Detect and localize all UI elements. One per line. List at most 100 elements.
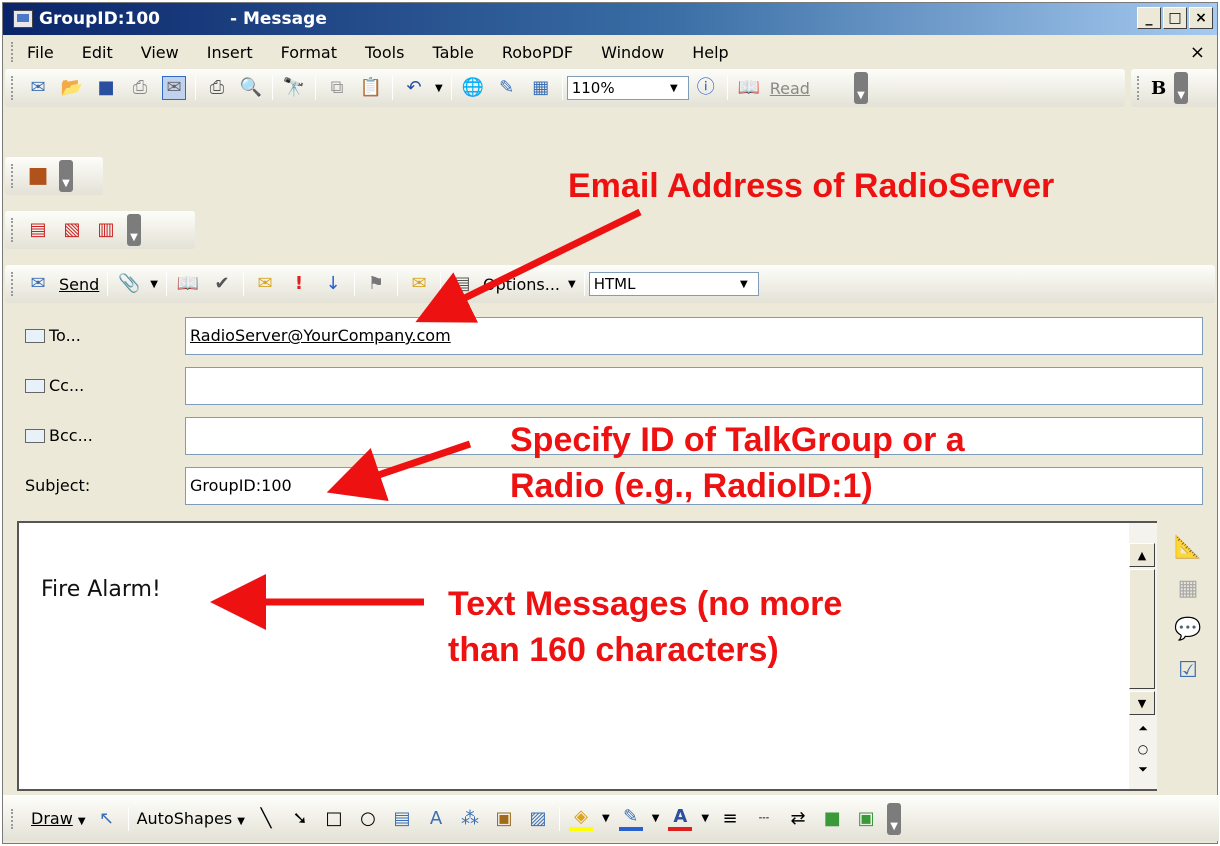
previous-page-icon[interactable]: ⏶ (1129, 721, 1157, 736)
toolbar-options-chevron[interactable]: ▼ (1174, 72, 1189, 104)
toolbar-options-chevron[interactable]: ▼ (887, 802, 902, 835)
3d-style-icon[interactable]: ▣ (854, 807, 878, 831)
bold-button[interactable]: B (1151, 78, 1166, 99)
open-folder-icon[interactable]: 📂 (60, 76, 84, 100)
rectangle-icon[interactable]: □ (322, 807, 346, 831)
zoom-select[interactable]: 110% ▼ (566, 76, 689, 100)
send-button[interactable]: Send (59, 275, 99, 294)
cc-button[interactable]: Cc... (25, 376, 84, 395)
next-page-icon[interactable]: ⏷ (1129, 762, 1157, 777)
help-icon[interactable]: ⓘ (694, 76, 718, 100)
pdf-email-icon[interactable]: ▧ (60, 218, 84, 242)
tables-borders-icon[interactable]: ✎ (495, 76, 519, 100)
chevron-down-icon[interactable]: ▼ (435, 83, 443, 94)
oval-icon[interactable]: ○ (356, 807, 380, 831)
to-field[interactable]: RadioServer@YourCompany.com (185, 317, 1203, 355)
checkbox-icon[interactable]: ☑ (1178, 658, 1198, 683)
close-document-button[interactable]: × (1190, 42, 1205, 63)
vertical-scrollbar[interactable]: ▲ ▼ ⏶ ○ ⏷ (1129, 521, 1157, 791)
close-button[interactable]: × (1189, 7, 1213, 29)
fill-color-icon[interactable]: ◈ (568, 807, 593, 831)
menu-table[interactable]: Table (432, 43, 473, 62)
menu-view[interactable]: View (141, 43, 179, 62)
message-format-select[interactable]: HTML ▼ (588, 272, 759, 296)
wordart-icon[interactable]: A (424, 807, 448, 831)
send-icon[interactable]: ✉ (162, 76, 186, 100)
grip-handle[interactable] (1137, 76, 1141, 100)
properties-icon[interactable]: ▦ (1178, 576, 1199, 601)
minimize-button[interactable]: _ (1137, 7, 1161, 29)
line-color-icon[interactable]: ✎ (618, 807, 643, 831)
draw-table-icon[interactable]: 📐 (1174, 535, 1201, 560)
grip-handle[interactable] (11, 164, 15, 188)
bcc-button[interactable]: Bcc... (25, 426, 93, 445)
print-preview-icon[interactable]: 🔍 (239, 76, 263, 100)
picture-icon[interactable]: ▨ (526, 807, 550, 831)
line-style-icon[interactable]: ≡ (718, 807, 742, 831)
paste-icon[interactable]: 📋 (359, 76, 383, 100)
hyperlink-icon[interactable]: 🌐 (461, 76, 485, 100)
select-browse-object-icon[interactable]: ○ (1129, 742, 1157, 756)
insert-table-icon[interactable]: ▦ (529, 76, 553, 100)
importance-high-icon[interactable]: ! (287, 272, 311, 296)
shadow-style-icon[interactable]: ■ (820, 807, 844, 831)
save-icon[interactable]: ■ (94, 76, 118, 100)
chevron-down-icon[interactable]: ▼ (652, 813, 660, 824)
menu-insert[interactable]: Insert (207, 43, 253, 62)
select-objects-icon[interactable]: ↖ (95, 807, 119, 831)
arrow-style-icon[interactable]: ⇄ (786, 807, 810, 831)
read-button[interactable]: Read (770, 79, 810, 98)
grip-handle[interactable] (11, 42, 15, 62)
autoshapes-menu-button[interactable]: AutoShapes ▼ (137, 809, 245, 828)
scroll-thumb[interactable] (1129, 569, 1155, 689)
book-icon[interactable]: ■ (26, 164, 50, 188)
draw-menu-button[interactable]: Draw ▼ (31, 809, 86, 828)
cc-field[interactable] (185, 367, 1203, 405)
grip-handle[interactable] (11, 272, 15, 296)
print-icon[interactable]: ⎙ (205, 76, 229, 100)
font-color-icon[interactable]: A (668, 807, 693, 831)
line-icon[interactable]: ╲ (254, 807, 278, 831)
grip-handle[interactable] (11, 808, 15, 829)
grip-handle[interactable] (11, 218, 15, 242)
pdf-settings-icon[interactable]: ▥ (94, 218, 118, 242)
clip-art-icon[interactable]: ▣ (492, 807, 516, 831)
undo-icon[interactable]: ↶ (402, 76, 426, 100)
menu-robopdf[interactable]: RoboPDF (502, 43, 573, 62)
check-names-icon[interactable]: ✔ (210, 272, 234, 296)
diagram-icon[interactable]: ⁂ (458, 807, 482, 831)
chevron-down-icon[interactable]: ▼ (602, 813, 610, 824)
follow-up-flag-icon[interactable]: ⚑ (364, 272, 388, 296)
menu-edit[interactable]: Edit (82, 43, 113, 62)
permission-icon[interactable]: ⎙ (128, 76, 152, 100)
research-icon[interactable]: 🔭 (282, 76, 306, 100)
address-book-icon[interactable]: 📖 (176, 272, 200, 296)
toolbar-options-chevron[interactable]: ▼ (59, 160, 73, 192)
importance-low-icon[interactable]: ↓ (321, 272, 345, 296)
pdf-convert-icon[interactable]: ▤ (26, 218, 50, 242)
arrow-icon[interactable]: ➘ (288, 807, 312, 831)
toolbar-options-chevron[interactable]: ▼ (853, 72, 868, 104)
scroll-up-button[interactable]: ▲ (1129, 543, 1155, 567)
chevron-down-icon[interactable]: ▼ (150, 279, 158, 290)
copy-icon[interactable]: ⧉ (325, 76, 349, 100)
envelope-icon[interactable]: ✉ (407, 272, 431, 296)
options-button[interactable]: Options... (483, 275, 560, 294)
maximize-button[interactable]: □ (1163, 7, 1187, 29)
grip-handle[interactable] (11, 76, 15, 100)
comment-icon[interactable]: 💬 (1174, 617, 1201, 642)
toolbar-options-chevron[interactable]: ▼ (127, 214, 141, 246)
to-button[interactable]: To... (25, 326, 81, 345)
chevron-down-icon[interactable]: ▼ (568, 279, 576, 290)
permission-icon[interactable]: ✉ (253, 272, 277, 296)
menu-file[interactable]: File (27, 43, 54, 62)
menu-format[interactable]: Format (281, 43, 337, 62)
chevron-down-icon[interactable]: ▼ (701, 813, 709, 824)
menu-tools[interactable]: Tools (365, 43, 404, 62)
scroll-down-button[interactable]: ▼ (1129, 691, 1155, 715)
dash-style-icon[interactable]: ┄ (752, 807, 776, 831)
new-icon[interactable]: ✉ (26, 76, 50, 100)
attach-icon[interactable]: 📎 (117, 272, 141, 296)
menu-window[interactable]: Window (601, 43, 664, 62)
menu-help[interactable]: Help (692, 43, 728, 62)
